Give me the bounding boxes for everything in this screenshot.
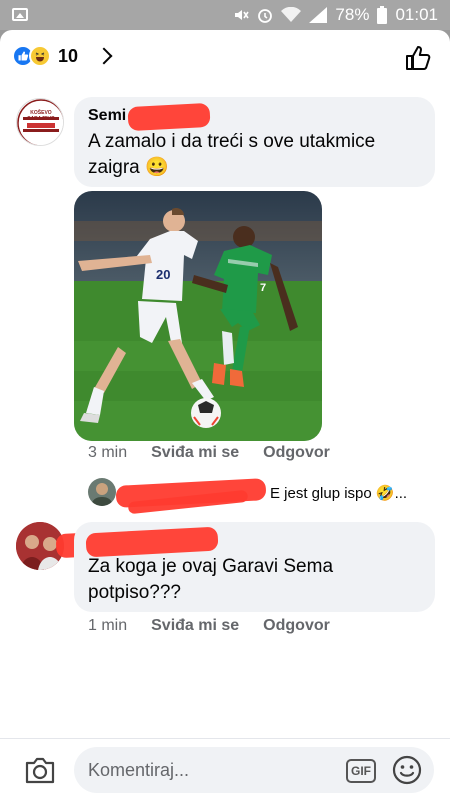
gif-button[interactable]: GIF (346, 759, 376, 783)
camera-icon[interactable] (24, 755, 56, 785)
like-comment-button[interactable]: Sviđa mi se (151, 617, 239, 635)
wifi-icon (281, 6, 302, 23)
like-comment-button[interactable]: Sviđa mi se (151, 444, 239, 462)
jersey-number: 7 (260, 282, 266, 294)
comment-photo[interactable]: 20 7 (74, 191, 322, 441)
reply-preview-text: E jest glup ispo 🤣... (270, 485, 408, 502)
redaction-mark (127, 102, 211, 132)
club-logo-icon (17, 99, 63, 145)
sheet-header: 10 (0, 30, 450, 86)
status-bar: 78% 01:01 (0, 0, 450, 30)
comment-composer: GIF (0, 738, 450, 800)
comment-text-line: A zamalo i da treći s ove utakmice (88, 131, 376, 152)
avatar-label: KOŠEVO SARAJEVO (27, 110, 55, 122)
comment-time: 3 min (88, 444, 128, 461)
comment-text-line: Za koga je ovaj Garavi Sema (88, 556, 334, 577)
reply-button[interactable]: Odgovor (263, 444, 330, 462)
battery-percent: 78% (335, 5, 370, 24)
avatar (88, 478, 116, 506)
thumbs-up-icon (406, 46, 431, 70)
avatar[interactable]: KOŠEVO SARAJEVO (16, 98, 64, 146)
chevron-right-icon (95, 47, 113, 65)
comment-meta: 3 min Sviđa mi se Odgovor (88, 444, 330, 462)
comment-text-line: potpiso??? (88, 582, 181, 603)
comment-input[interactable] (74, 747, 434, 793)
alarm-icon (257, 7, 273, 23)
comment-text-line: zaigra 😀 (88, 157, 169, 178)
emoji-icon[interactable] (392, 755, 422, 785)
reaction-count: 10 (58, 45, 79, 66)
like-button[interactable] (404, 44, 432, 72)
football-photo: 20 7 (74, 191, 322, 441)
comment-meta: 1 min Sviđa mi se Odgovor (88, 617, 330, 635)
signal-icon (309, 7, 328, 23)
mute-icon (233, 7, 250, 23)
comment-bubble[interactable]: Semi A zamalo i da treći s ove utakmice … (74, 97, 435, 187)
reply-button[interactable]: Odgovor (263, 617, 330, 635)
clock: 01:01 (395, 5, 438, 24)
jersey-number: 20 (156, 267, 170, 282)
haha-icon (29, 45, 51, 67)
battery-icon (377, 6, 388, 24)
reactions-summary[interactable]: 10 (12, 45, 113, 67)
gallery-icon (12, 8, 28, 21)
comment-author[interactable]: Semi (88, 107, 126, 125)
comments-sheet: 10 KOŠEVO SARAJEVO Semi A zamalo i da tr… (0, 30, 450, 800)
view-reply-row[interactable]: E jest glup ispo 🤣... (88, 478, 438, 515)
comment-time: 1 min (88, 617, 128, 634)
